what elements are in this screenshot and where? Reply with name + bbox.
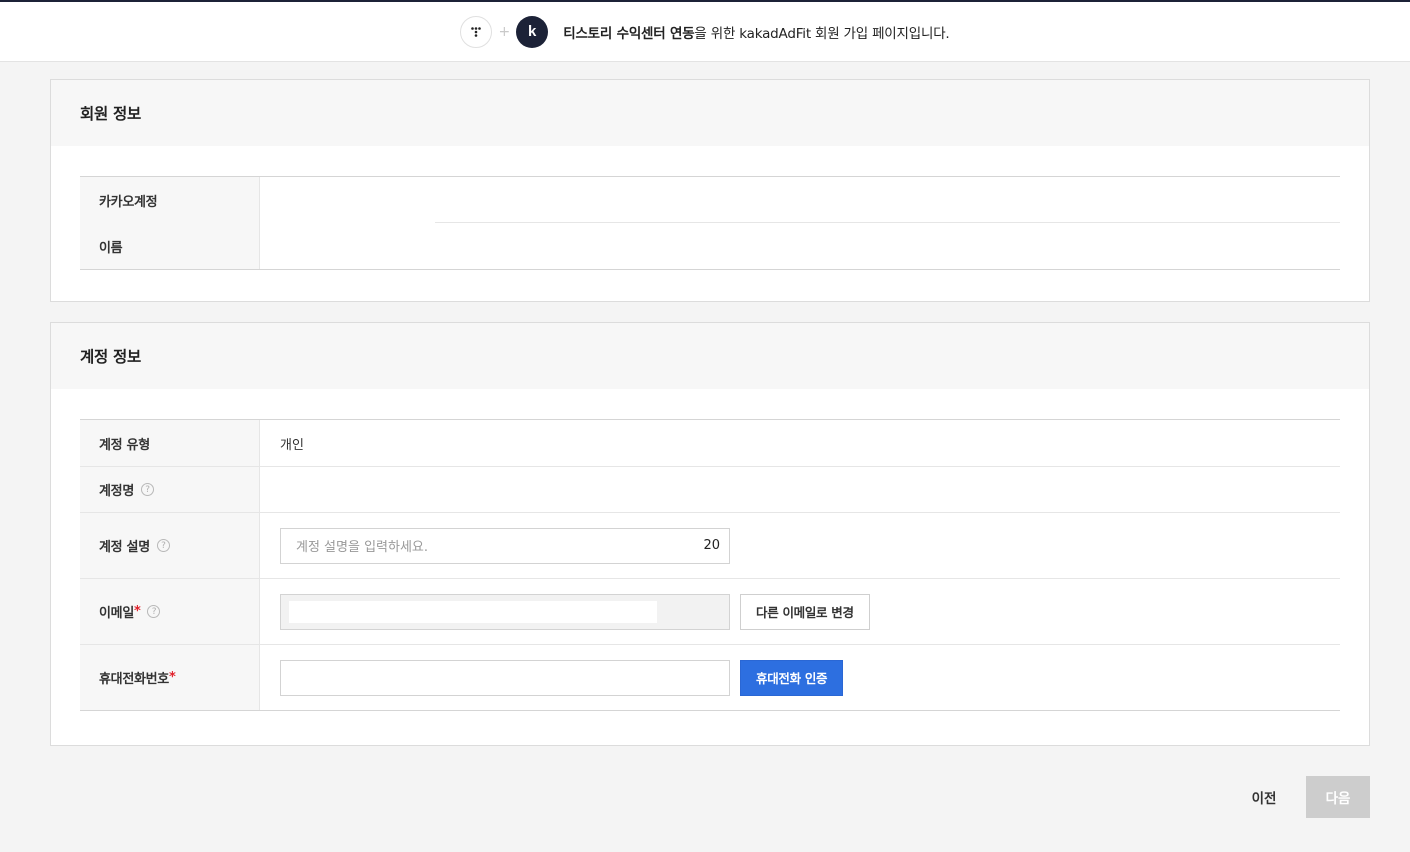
banner-text-bold: 티스토리 수익센터 연동 [563, 25, 695, 42]
row-divider [435, 222, 1340, 223]
account-type-row: 계정 유형 개인 [80, 420, 1340, 466]
account-info-table: 계정 유형 개인 계정명 ? 계정 설명 ? 계정 설명을 입력하세요. 20 … [80, 419, 1340, 711]
account-info-body: 계정 유형 개인 계정명 ? 계정 설명 ? 계정 설명을 입력하세요. 20 … [51, 389, 1369, 741]
required-mark: * [168, 670, 176, 685]
phone-value: 휴대전화 인증 [260, 645, 1340, 710]
account-info-card: 계정 정보 계정 유형 개인 계정명 ? 계정 설명 ? 계정 설명을 입력하세… [50, 322, 1370, 746]
email-label: 이메일 [99, 606, 134, 621]
account-description-placeholder: 계정 설명을 입력하세요. [296, 540, 428, 555]
member-info-table: 카카오계정 이름 [80, 176, 1340, 270]
email-value: 다른 이메일로 변경 [260, 579, 1340, 644]
top-banner: + k 티스토리 수익센터 연동을 위한 kakadAdFit 회원 가입 페이… [0, 0, 1410, 62]
member-info-title: 회원 정보 [80, 105, 141, 123]
phone-input[interactable] [280, 659, 730, 696]
banner-text-rest: 을 위한 kakadAdFit 회원 가입 페이지입니다. [694, 25, 950, 42]
kakao-account-row: 카카오계정 [80, 177, 1340, 223]
account-type-label: 계정 유형 [80, 420, 260, 466]
account-name-label: 계정명 [99, 484, 134, 499]
email-masked-value [289, 600, 657, 623]
email-row: 이메일 * ? 다른 이메일로 변경 [80, 578, 1340, 644]
char-counter: 20 [703, 538, 720, 553]
phone-row: 휴대전화번호 * 휴대전화 인증 [80, 644, 1340, 710]
prev-button[interactable]: 이전 [1238, 776, 1290, 818]
member-info-body: 카카오계정 이름 [51, 146, 1369, 300]
kakao-logo-icon: k [516, 15, 549, 48]
account-name-row: 계정명 ? [80, 466, 1340, 512]
account-description-input[interactable]: 계정 설명을 입력하세요. 20 [280, 527, 730, 564]
member-info-header: 회원 정보 [51, 80, 1369, 146]
next-button[interactable]: 다음 [1306, 776, 1370, 818]
email-field [280, 593, 730, 630]
phone-verify-button[interactable]: 휴대전화 인증 [740, 659, 844, 696]
name-value [260, 223, 1340, 269]
banner-text: 티스토리 수익센터 연동을 위한 kakadAdFit 회원 가입 페이지입니다… [563, 22, 949, 42]
required-mark: * [133, 604, 141, 619]
account-description-row: 계정 설명 ? 계정 설명을 입력하세요. 20 [80, 512, 1340, 578]
change-email-button[interactable]: 다른 이메일로 변경 [740, 593, 870, 630]
help-icon[interactable]: ? [156, 539, 170, 552]
email-label-cell: 이메일 * ? [80, 579, 260, 644]
kakao-account-value [260, 177, 1340, 223]
phone-label: 휴대전화번호 [99, 672, 169, 687]
member-info-card: 회원 정보 카카오계정 이름 [50, 79, 1370, 302]
account-name-label-cell: 계정명 ? [80, 467, 260, 512]
kakao-account-label: 카카오계정 [80, 177, 260, 223]
account-description-value: 계정 설명을 입력하세요. 20 [260, 513, 1340, 578]
phone-label-cell: 휴대전화번호 * [80, 645, 260, 710]
name-label: 이름 [80, 223, 260, 269]
tistory-logo-icon [460, 15, 493, 48]
account-info-header: 계정 정보 [51, 323, 1369, 389]
account-name-value [260, 467, 1340, 512]
plus-sign: + [498, 23, 511, 40]
help-icon[interactable]: ? [147, 605, 161, 618]
name-row: 이름 [80, 223, 1340, 269]
help-icon[interactable]: ? [140, 483, 154, 496]
account-description-label: 계정 설명 [99, 540, 150, 555]
account-info-title: 계정 정보 [80, 348, 141, 366]
account-description-label-cell: 계정 설명 ? [80, 513, 260, 578]
account-type-value: 개인 [280, 437, 304, 453]
